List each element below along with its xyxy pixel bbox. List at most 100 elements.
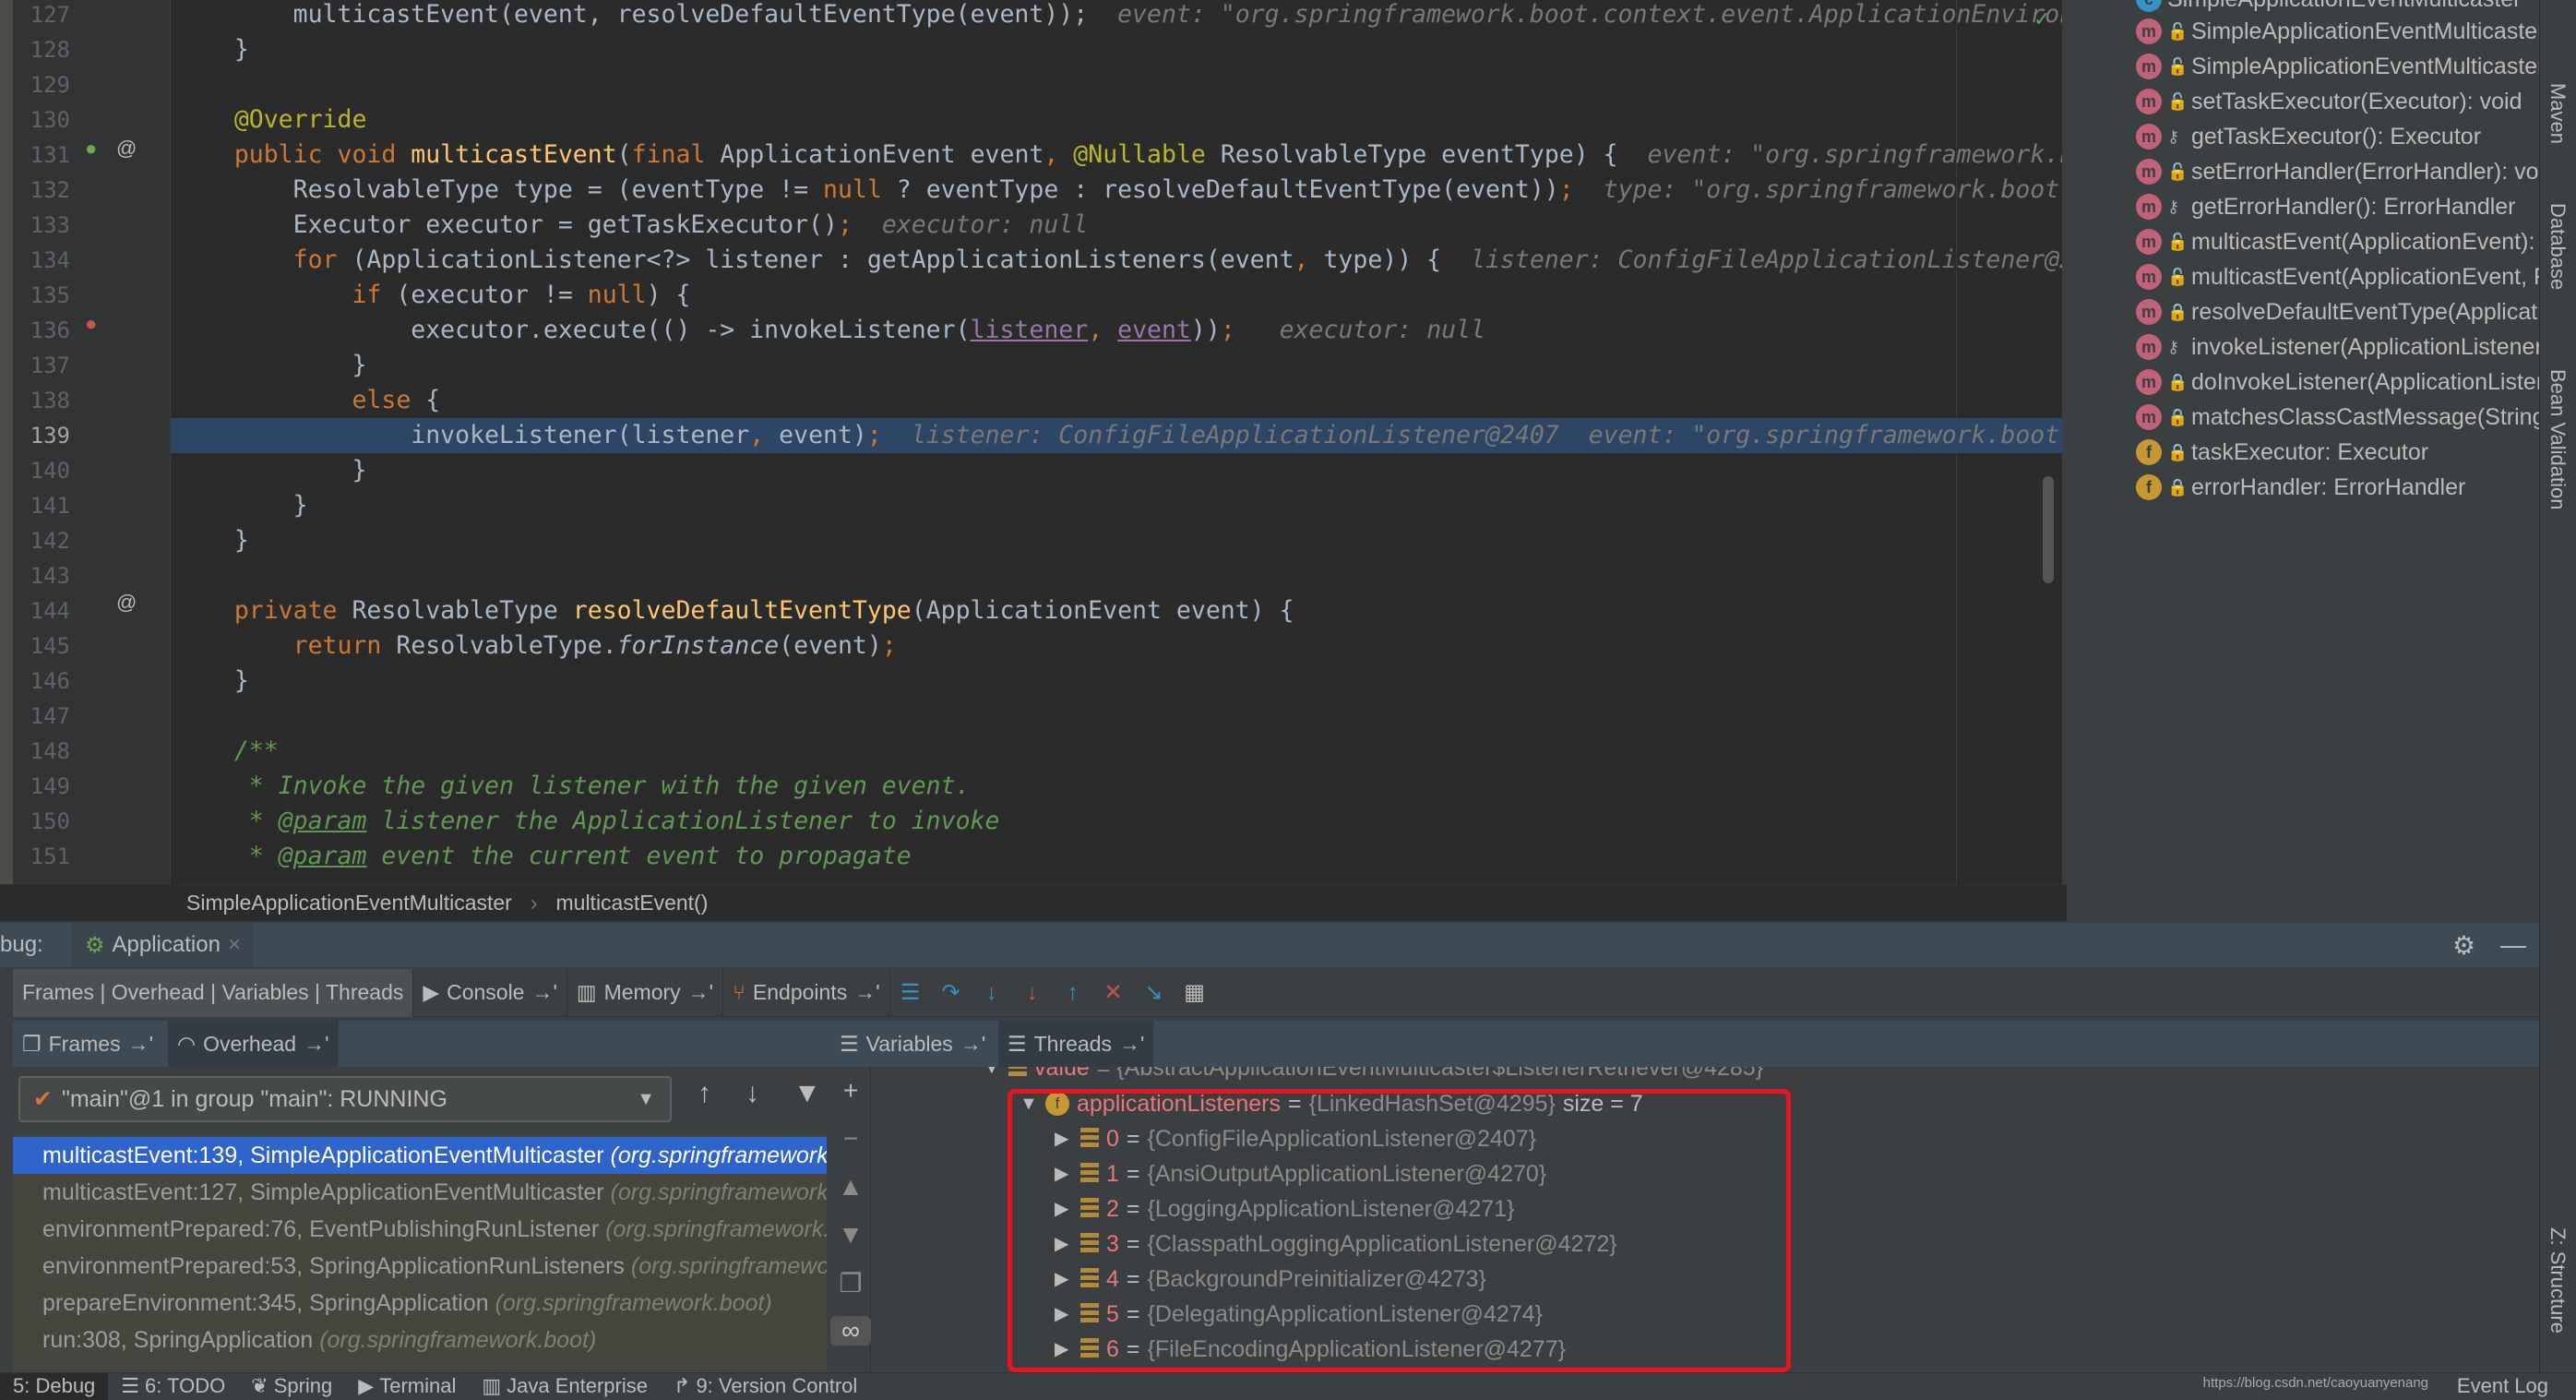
code-line[interactable]: return ResolvableType.forInstance(event)… [175, 628, 2062, 664]
infinity-icon[interactable]: ∞ [830, 1316, 871, 1346]
tab-memory[interactable]: ▥ Memory →' [567, 968, 724, 1017]
remove-watch-icon[interactable]: − [830, 1124, 871, 1154]
structure-item[interactable]: m 🔓multicastEvent(ApplicationEvent, Resol… [2067, 259, 2539, 294]
line-number[interactable]: 135 [13, 278, 70, 313]
breadcrumb-method[interactable]: multicastEvent() [556, 891, 709, 915]
frame-row[interactable]: multicastEvent:127, SimpleApplicationEve… [13, 1174, 827, 1211]
structure-item[interactable]: m ⚷ getErrorHandler(): ErrorHandler [2067, 189, 2516, 224]
filter-icon[interactable]: ▼ [793, 1078, 821, 1109]
structure-item[interactable]: m 🔒resolveDefaultEventType(ApplicationEve… [2067, 294, 2539, 329]
code-line[interactable]: @Override [175, 102, 2062, 138]
tab-variables[interactable]: ☰ Variables →' [830, 1021, 995, 1067]
code-line[interactable]: for (ApplicationListener<?> listener : g… [175, 243, 2062, 278]
show-execution-point-icon[interactable]: ☰ [890, 979, 931, 1006]
line-number[interactable]: 146 [13, 664, 70, 699]
editor-scrollbar[interactable] [2043, 476, 2054, 583]
code-line[interactable]: /** [175, 734, 2062, 769]
line-number[interactable]: 129 [13, 67, 70, 102]
bean-validation-tool-button[interactable]: Bean Validation [2546, 369, 2570, 510]
structure-item[interactable]: m ⚷ invokeListener(ApplicationListener, Ap… [2067, 329, 2539, 365]
evaluate-expression-icon[interactable]: ▦ [1175, 979, 1215, 1006]
line-number[interactable]: 149 [13, 769, 70, 804]
structure-item[interactable]: m 🔓 SimpleApplicationEventMulticaster() [2067, 14, 2539, 49]
breadcrumb-class[interactable]: SimpleApplicationEventMulticaster [186, 891, 512, 915]
tool-java-enterprise[interactable]: ▥ Java Enterprise [469, 1373, 661, 1400]
line-number[interactable]: 127 [13, 0, 70, 32]
code-line[interactable]: ResolvableType type = (eventType != null… [175, 173, 2062, 208]
tool-spring[interactable]: ❦ Spring [238, 1373, 345, 1400]
tab-threads[interactable]: ☰ Threads →' [998, 1021, 1154, 1067]
line-number[interactable]: 144 [13, 593, 70, 628]
structure-item[interactable]: m 🔓multicastEvent(ApplicationEvent): void [2067, 224, 2539, 259]
frame-row[interactable]: environmentPrepared:53, SpringApplicatio… [13, 1248, 827, 1285]
code-line[interactable] [175, 699, 2062, 734]
structure-item[interactable]: m 🔓 setErrorHandler(ErrorHandler): void [2067, 154, 2539, 189]
code-line[interactable]: private ResolvableType resolveDefaultEve… [175, 593, 2062, 628]
tool-terminal[interactable]: ▶ Terminal [345, 1373, 469, 1400]
move-up-icon[interactable]: ▲ [830, 1172, 871, 1202]
step-over-icon[interactable]: ↷ [931, 979, 972, 1006]
line-number[interactable]: 139 [13, 418, 70, 453]
tool-todo[interactable]: ☰ 6: TODO [108, 1373, 238, 1400]
code-line[interactable]: } [175, 32, 2062, 67]
tab-overhead[interactable]: ◠ Overhead →' [168, 1021, 339, 1067]
thread-selector[interactable]: ✔ "main"@1 in group "main": RUNNING ▼ [18, 1076, 672, 1122]
drop-frame-icon[interactable]: ✕ [1093, 979, 1134, 1006]
line-number[interactable]: 140 [13, 453, 70, 488]
code-line[interactable]: } [175, 664, 2062, 699]
implements-icon[interactable]: ● [85, 137, 97, 161]
previous-frame-icon[interactable]: ↑ [698, 1078, 711, 1109]
line-number[interactable]: 134 [13, 243, 70, 278]
frame-row[interactable]: environmentPrepared:76, EventPublishingR… [13, 1211, 827, 1248]
tab-frames[interactable]: ❐ Frames →' [13, 1021, 162, 1067]
move-down-icon[interactable]: ▼ [830, 1220, 871, 1250]
force-step-into-icon[interactable]: ↓ [1012, 980, 1053, 1006]
line-number[interactable]: 151 [13, 839, 70, 874]
structure-item[interactable]: m 🔒 doInvokeListener(ApplicationListener, … [2067, 365, 2539, 400]
gear-icon[interactable]: ⚙ [2452, 930, 2475, 961]
frame-row[interactable]: multicastEvent:139, SimpleApplicationEve… [13, 1137, 827, 1174]
code-line[interactable]: if (executor != null) { [175, 278, 2062, 313]
structure-item[interactable]: m 🔓 setTaskExecutor(Executor): void [2067, 84, 2522, 119]
event-log-button[interactable]: Event Log [2457, 1374, 2548, 1398]
variable-row-value[interactable]: ▼ value = {AbstractApplicationEventMulti… [983, 1067, 1763, 1085]
code-line[interactable]: multicastEvent(event, resolveDefaultEven… [175, 0, 2062, 32]
frame-row[interactable]: prepareEnvironment:345, SpringApplicatio… [13, 1285, 827, 1322]
line-number[interactable]: 145 [13, 628, 70, 664]
tab-frames-overhead-variables-threads[interactable]: Frames | Overhead | Variables | Threads [13, 968, 414, 1017]
frame-row[interactable]: run:308, SpringApplication (org.springfr… [13, 1322, 827, 1358]
line-number[interactable]: 128 [13, 32, 70, 67]
code-line[interactable]: * @param listener the ApplicationListene… [175, 804, 2062, 839]
line-number[interactable]: 130 [13, 102, 70, 138]
code-line[interactable]: } [175, 488, 2062, 523]
step-out-icon[interactable]: ↑ [1053, 980, 1093, 1006]
close-icon[interactable]: × [228, 932, 241, 958]
line-number[interactable]: 143 [13, 558, 70, 593]
line-number[interactable]: 148 [13, 734, 70, 769]
code-line[interactable]: } [175, 453, 2062, 488]
tab-endpoints[interactable]: ⑂ Endpoints →' [723, 968, 890, 1017]
tool-debug[interactable]: 5: Debug [0, 1372, 109, 1400]
line-number[interactable]: 150 [13, 804, 70, 839]
line-number[interactable]: 138 [13, 383, 70, 418]
line-number[interactable]: 132 [13, 173, 70, 208]
code-line[interactable] [175, 558, 2062, 593]
add-watch-icon[interactable]: + [830, 1076, 871, 1106]
code-line[interactable] [175, 67, 2062, 102]
code-line[interactable]: invokeListener(listener, event); listene… [171, 418, 2062, 453]
tool-version-control[interactable]: ↱ 9: Version Control [661, 1373, 870, 1400]
code-line[interactable]: } [175, 348, 2062, 383]
line-number[interactable]: 147 [13, 699, 70, 734]
copy-icon[interactable]: ❐ [830, 1268, 871, 1298]
code-line[interactable]: public void multicastEvent(final Applica… [175, 138, 2062, 173]
tab-console[interactable]: ▶ Console →' [413, 968, 567, 1017]
structure-item[interactable]: m🔓SimpleApplicationEventMulticaster(Bean… [2067, 49, 2539, 84]
line-number[interactable]: 141 [13, 488, 70, 523]
code-line[interactable]: * Invoke the given listener with the giv… [175, 769, 2062, 804]
structure-item[interactable]: f 🔒 taskExecutor: Executor [2067, 435, 2428, 470]
structure-item[interactable]: f 🔒 errorHandler: ErrorHandler [2067, 470, 2465, 505]
line-number[interactable]: 136 [13, 313, 70, 348]
session-tab-application[interactable]: ⚙ Application × [72, 923, 254, 967]
structure-tool-button[interactable]: Z: Structure [2546, 1227, 2570, 1334]
code-editor[interactable]: 127 multicastEvent(event, resolveDefault… [0, 0, 2062, 884]
